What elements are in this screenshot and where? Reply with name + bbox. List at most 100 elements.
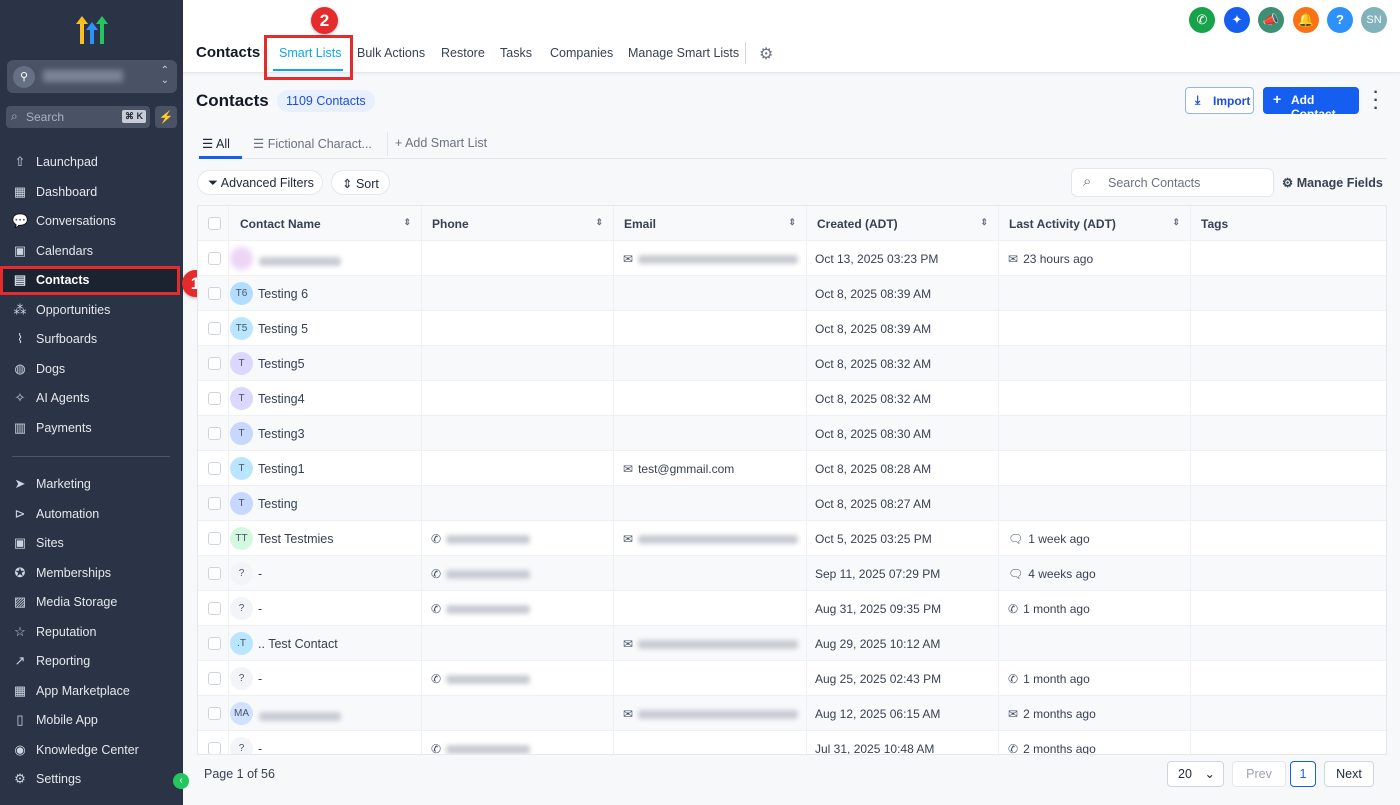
row-checkbox[interactable] [208, 707, 221, 720]
list-tab-fictional[interactable]: ☰ Fictional Charact... [253, 136, 372, 151]
table-row[interactable]: ? - ✆ Aug 31, 2025 09:35 PM ✆ 1 month ago [198, 591, 1386, 626]
sidebar-item-surfboards[interactable]: ⌇ Surfboards [0, 325, 183, 354]
contact-name-cell[interactable]: ? - [229, 731, 422, 754]
sidebar-item-dashboard[interactable]: ▦ Dashboard [0, 178, 183, 207]
sidebar-item-memberships[interactable]: ✪ Memberships [0, 559, 183, 588]
contact-name[interactable]: Test Testmies [258, 532, 334, 546]
contact-name[interactable]: Testing4 [258, 392, 305, 406]
table-row[interactable]: T6 Testing 6 Oct 8, 2025 08:39 AM [198, 276, 1386, 311]
sidebar-item-marketing[interactable]: ➤ Marketing [0, 470, 183, 499]
contact-name-cell[interactable]: ? - [229, 591, 422, 626]
row-checkbox[interactable] [208, 602, 221, 615]
sidebar-item-calendars[interactable]: ▣ Calendars [0, 237, 183, 266]
list-tab-all[interactable]: ☰ All [202, 136, 230, 151]
table-row[interactable]: ? - ✆ Sep 11, 2025 07:29 PM 🗨 4 weeks ago [198, 556, 1386, 591]
sidebar-item-reputation[interactable]: ☆ Reputation [0, 618, 183, 647]
gear-icon[interactable]: ⚙ [759, 44, 773, 64]
sidebar-item-app-marketplace[interactable]: ▦ App Marketplace [0, 677, 183, 706]
sidebar-item-automation[interactable]: ⊳ Automation [0, 500, 183, 529]
row-checkbox[interactable] [208, 427, 221, 440]
contact-name-cell[interactable]: MA [229, 696, 422, 731]
sidebar-item-opportunities[interactable]: ⁂ Opportunities [0, 296, 183, 325]
contact-name[interactable]: Testing1 [258, 462, 305, 476]
prev-button[interactable]: Prev [1232, 761, 1286, 787]
add-contact-button[interactable]: + Add Contact [1263, 87, 1359, 121]
contact-name-cell[interactable]: T Testing3 [229, 416, 422, 451]
row-checkbox[interactable] [208, 462, 221, 475]
quick-action-bolt-icon[interactable]: ⚡ [155, 106, 177, 128]
table-row[interactable]: T Testing1 ✉ test@gmmail.com Oct 8, 2025 08:… [198, 451, 1386, 486]
table-row[interactable]: MA ✉ Aug 12, 2025 06:15 AM ✉ 2 months ago [198, 696, 1386, 731]
tab-restore[interactable]: Restore [441, 46, 485, 60]
table-row[interactable]: ✉ Oct 13, 2025 03:23 PM ✉ 23 hours ago [198, 241, 1386, 276]
table-row[interactable]: .T .. Test Contact ✉ Aug 29, 2025 10:12 AM [198, 626, 1386, 661]
contact-name[interactable]: - [258, 567, 262, 581]
contact-name-cell[interactable]: T Testing [229, 486, 422, 521]
row-checkbox[interactable] [208, 322, 221, 335]
column-header[interactable]: Created (ADT) ⇕ [807, 206, 999, 241]
table-row[interactable]: ? - ✆ Aug 25, 2025 02:43 PM ✆ 1 month ago [198, 661, 1386, 696]
row-checkbox[interactable] [208, 392, 221, 405]
contact-name[interactable]: Testing3 [258, 427, 305, 441]
tab-manage-smart-lists[interactable]: Manage Smart Lists [628, 46, 739, 60]
row-checkbox[interactable] [208, 357, 221, 370]
table-row[interactable]: ? - ✆ Jul 31, 2025 10:48 AM ✆ 2 months ago [198, 731, 1386, 754]
contact-name[interactable]: .. Test Contact [258, 637, 338, 651]
contact-name-cell[interactable] [229, 241, 422, 276]
row-checkbox[interactable] [208, 532, 221, 545]
contact-name[interactable]: Testing [258, 497, 298, 511]
contact-name[interactable]: Testing 5 [258, 322, 308, 336]
table-row[interactable]: T Testing Oct 8, 2025 08:27 AM [198, 486, 1386, 521]
sort-button[interactable]: ⇕ Sort [331, 170, 390, 195]
next-button[interactable]: Next [1324, 761, 1374, 787]
row-checkbox[interactable] [208, 637, 221, 650]
sidebar-item-contacts[interactable]: ▤ Contacts [0, 266, 180, 295]
row-checkbox[interactable] [208, 497, 221, 510]
page-1-button[interactable]: 1 [1290, 761, 1316, 787]
more-options-icon[interactable]: · · · [1371, 85, 1381, 117]
row-checkbox[interactable] [208, 672, 221, 685]
sidebar-item-settings[interactable]: ⚙ Settings [0, 765, 183, 794]
add-smart-list-button[interactable]: + Add Smart List [395, 136, 487, 150]
column-header[interactable]: Last Activity (ADT) ⇕ [999, 206, 1191, 241]
contact-name-cell[interactable]: T Testing5 [229, 346, 422, 381]
table-row[interactable]: TT Test Testmies ✆ ✉ Oct 5, 2025 03:25 PM 🗨 1 … [198, 521, 1386, 556]
bell-icon[interactable]: 🔔 [1293, 7, 1319, 33]
advanced-filters-button[interactable]: ⏷ Advanced Filters [197, 170, 323, 195]
contact-name-cell[interactable]: T6 Testing 6 [229, 276, 422, 311]
row-checkbox[interactable] [208, 742, 221, 754]
column-header[interactable]: Tags [1191, 206, 1386, 241]
ai-sparkle-icon[interactable]: ✦ [1224, 7, 1250, 33]
column-header[interactable]: Contact Name ⇕ [229, 206, 422, 241]
sidebar-item-reporting[interactable]: ↗ Reporting [0, 647, 183, 676]
contact-name-cell[interactable]: T Testing1 [229, 451, 422, 486]
sidebar-item-conversations[interactable]: 💬 Conversations [0, 207, 183, 236]
table-row[interactable]: T Testing5 Oct 8, 2025 08:32 AM [198, 346, 1386, 381]
page-size-select[interactable]: 20 ⌄ [1167, 761, 1224, 787]
contact-name-cell[interactable]: T5 Testing 5 [229, 311, 422, 346]
sidebar-item-dogs[interactable]: ◍ Dogs [0, 355, 183, 384]
sidebar-item-ai-agents[interactable]: ✧ AI Agents [0, 384, 183, 413]
search-contacts-input[interactable]: ⌕ Search Contacts [1071, 168, 1274, 197]
contact-name[interactable]: Testing5 [258, 357, 305, 371]
account-switcher[interactable]: ⚲ ⌃ ⌄ [7, 60, 177, 93]
contact-name[interactable]: - [258, 672, 262, 686]
sidebar-item-launchpad[interactable]: ⇧ Launchpad [0, 148, 183, 177]
contact-name[interactable]: Testing 6 [258, 287, 308, 301]
contact-name-cell[interactable]: T Testing4 [229, 381, 422, 416]
contact-name[interactable]: - [258, 602, 262, 616]
table-row[interactable]: T Testing4 Oct 8, 2025 08:32 AM [198, 381, 1386, 416]
row-checkbox[interactable] [208, 567, 221, 580]
contact-name-cell[interactable]: ? - [229, 661, 422, 696]
manage-fields-button[interactable]: ⚙ Manage Fields [1282, 175, 1383, 190]
megaphone-icon[interactable]: 📣 [1258, 7, 1284, 33]
tab-bulk-actions[interactable]: Bulk Actions [357, 46, 425, 60]
row-checkbox[interactable] [208, 287, 221, 300]
column-header[interactable]: Email ⇕ [614, 206, 807, 241]
sidebar-item-knowledge-center[interactable]: ◉ Knowledge Center [0, 736, 183, 765]
tab-companies[interactable]: Companies [550, 46, 613, 60]
import-button[interactable]: ⤓ Import [1185, 87, 1254, 114]
user-avatar[interactable]: SN [1361, 7, 1387, 33]
column-header[interactable]: Phone ⇕ [422, 206, 614, 241]
help-icon[interactable]: ? [1327, 7, 1353, 33]
